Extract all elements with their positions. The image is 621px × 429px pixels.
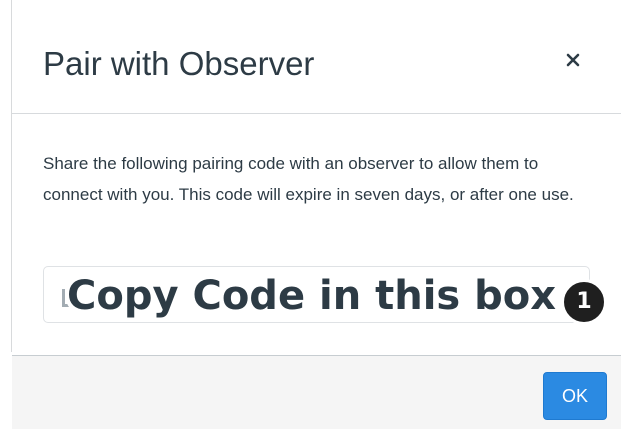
close-icon <box>566 53 580 67</box>
ok-button[interactable]: OK <box>543 372 607 420</box>
annotation-copy-code-label: Copy Code in this box <box>67 273 557 319</box>
dialog-header: Pair with Observer <box>12 0 621 114</box>
step-number-badge: 1 <box>561 279 607 325</box>
dialog-footer: OK <box>12 355 621 429</box>
dialog-title: Pair with Observer <box>43 45 315 82</box>
dialog-description: Share the following pairing code with an… <box>43 154 574 204</box>
close-button[interactable] <box>557 44 589 76</box>
page: Pair with Observer Share the following p… <box>0 0 621 429</box>
pair-with-observer-dialog: Pair with Observer Share the following p… <box>12 0 621 429</box>
